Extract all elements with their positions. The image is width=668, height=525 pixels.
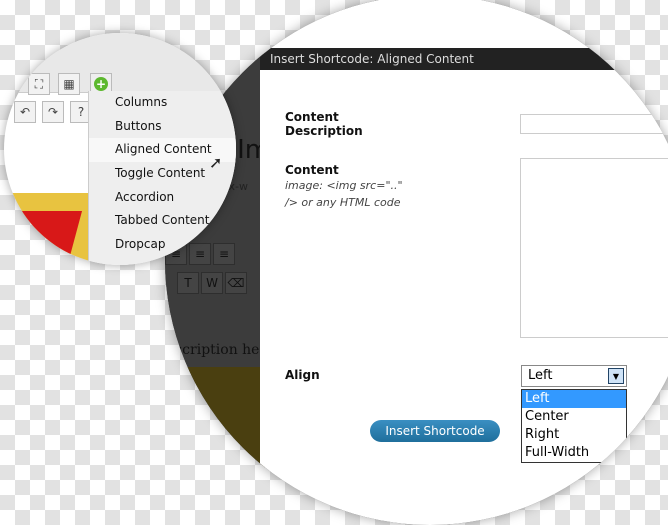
modal-body: Content Description Content image: <img … (260, 0, 668, 525)
align-options: Left Center Right Full-Width (521, 389, 627, 463)
align-option-right[interactable]: Right (522, 426, 626, 444)
keyboard-icon[interactable]: ▦ (58, 73, 80, 95)
fullscreen-icon[interactable]: ⛶ (28, 73, 50, 95)
menu-item-columns[interactable]: Columns (89, 91, 236, 115)
editor-image (4, 193, 88, 265)
modal-title: Insert Shortcode: Aligned Content (260, 48, 668, 70)
editor-description: scription he (175, 342, 260, 358)
magnified-toolbar-view: ⛶ ▦ + ↶ ↷ ? Columns Buttons Aligned Cont… (4, 33, 236, 265)
align-option-left[interactable]: Left (522, 390, 626, 408)
undo-icon[interactable]: ↶ (14, 101, 36, 123)
menu-item-buttons[interactable]: Buttons (89, 115, 236, 139)
menu-item-accordion[interactable]: Accordion (89, 186, 236, 210)
redo-icon[interactable]: ↷ (42, 101, 64, 123)
paste-text-icon: T (177, 272, 199, 294)
plus-icon: + (94, 77, 108, 91)
align-select[interactable]: Left ▼ (521, 365, 627, 387)
eraser-icon: ⌫ (225, 272, 247, 294)
shortcode-menu: Columns Buttons Aligned Content Toggle C… (88, 91, 236, 265)
content-textarea[interactable] (520, 158, 668, 338)
align-option-center[interactable]: Center (522, 408, 626, 426)
content-description-input[interactable] (520, 114, 668, 134)
insert-shortcode-button[interactable]: Insert Shortcode (370, 420, 500, 442)
magnified-modal-view: ≡ ≡ ≡ T W ⌫ (Im dex-w scription he Conte… (165, 0, 668, 525)
align-option-full-width[interactable]: Full-Width (522, 444, 626, 462)
menu-item-tabbed-content[interactable]: Tabbed Content (89, 209, 236, 233)
content-label: Content (285, 163, 339, 177)
editor-image (165, 367, 265, 525)
paste-word-icon: W (201, 272, 223, 294)
menu-item-dropcap[interactable]: Dropcap (89, 233, 236, 257)
cursor-icon: ➚ (209, 153, 223, 172)
editor-toolbar: ⛶ ▦ + ↶ ↷ ? (4, 33, 236, 123)
chevron-down-icon[interactable]: ▼ (608, 368, 624, 384)
align-select-value: Left (528, 368, 553, 383)
content-description-label: Content Description (285, 110, 363, 138)
content-hint: image: <img src=".." /> or any HTML code (285, 179, 403, 209)
align-label: Align (285, 368, 320, 382)
